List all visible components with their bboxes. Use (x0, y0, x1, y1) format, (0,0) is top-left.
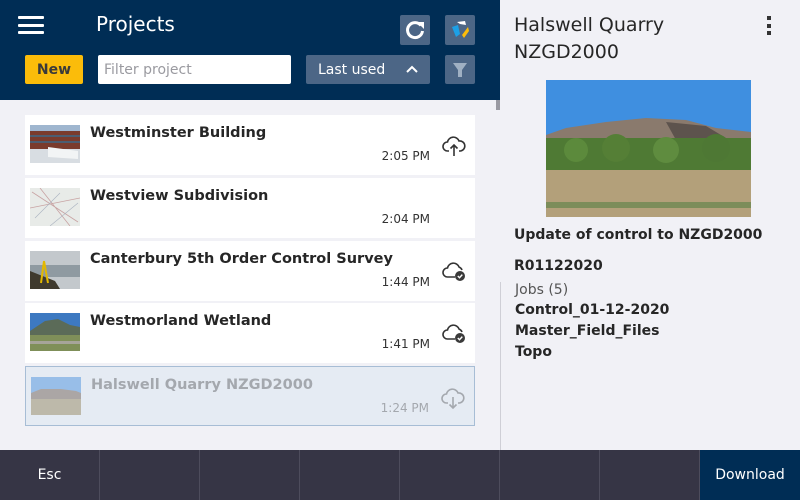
filter-funnel-icon (453, 62, 467, 77)
project-time: 1:41 PM (381, 337, 430, 352)
jobs-label: Jobs (5) (515, 282, 569, 298)
projects-panel: Projects New Last used (0, 0, 500, 450)
project-row-selected[interactable]: Halswell Quarry NZGD2000 1:24 PM (25, 366, 475, 427)
project-name: Halswell Quarry NZGD2000 (91, 377, 313, 394)
project-thumbnail (31, 377, 81, 416)
cloud-upload-icon[interactable] (441, 132, 467, 158)
chevron-up-icon (406, 65, 418, 73)
project-time: 2:04 PM (381, 211, 430, 226)
new-project-button[interactable]: New (25, 55, 83, 84)
esc-button[interactable]: Esc (0, 450, 100, 500)
softkey-5[interactable] (400, 450, 500, 500)
sort-dropdown[interactable]: Last used (306, 55, 430, 84)
cloud-download-icon[interactable] (440, 384, 466, 410)
project-row[interactable]: Westview Subdivision 2:04 PM (25, 177, 475, 238)
project-row[interactable]: Westminster Building 2:05 PM (25, 115, 475, 175)
softkey-6[interactable] (500, 450, 600, 500)
project-thumbnail (30, 187, 80, 226)
header-bar: Projects New Last used (0, 0, 500, 100)
trimble-connect-button[interactable] (445, 15, 475, 45)
more-options-icon[interactable] (764, 16, 774, 38)
project-list: Westminster Building 2:05 PM Westview Su… (25, 115, 475, 429)
project-reference: R01122020 (514, 258, 603, 274)
project-description: Update of control to NZGD2000 (514, 227, 763, 243)
softkey-3[interactable] (200, 450, 300, 500)
project-thumbnail (30, 125, 80, 163)
trimble-connect-logo-icon (452, 21, 469, 38)
project-time: 1:24 PM (380, 401, 429, 416)
project-detail-panel: Halswell Quarry NZGD2000 Update of contr… (500, 0, 800, 450)
sort-label: Last used (318, 61, 386, 78)
filter-button[interactable] (445, 55, 475, 84)
cloud-synced-icon[interactable] (441, 320, 467, 346)
project-time: 2:05 PM (381, 149, 430, 163)
project-thumbnail (30, 250, 80, 289)
filter-project-input[interactable] (98, 55, 291, 84)
project-row[interactable]: Westmorland Wetland 1:41 PM (25, 303, 475, 364)
project-thumbnail (30, 313, 80, 352)
download-button[interactable]: Download (700, 450, 800, 500)
refresh-button[interactable] (400, 15, 430, 45)
job-item[interactable]: Master_Field_Files (515, 323, 659, 339)
project-name: Westminster Building (90, 125, 267, 141)
softkey-7[interactable] (600, 450, 700, 500)
softkey-bar: Esc Download (0, 450, 800, 500)
softkey-4[interactable] (300, 450, 400, 500)
project-photo (546, 80, 751, 217)
project-time: 1:44 PM (381, 274, 430, 289)
softkey-2[interactable] (100, 450, 200, 500)
project-name: Canterbury 5th Order Control Survey (90, 250, 393, 267)
refresh-icon (406, 21, 424, 40)
cloud-synced-icon[interactable] (441, 258, 467, 284)
job-item[interactable]: Topo (515, 344, 552, 360)
menu-icon[interactable] (18, 16, 44, 34)
divider (500, 282, 501, 450)
page-title: Projects (96, 12, 175, 36)
project-name: Westview Subdivision (90, 187, 269, 204)
project-name: Westmorland Wetland (90, 313, 272, 330)
project-row[interactable]: Canterbury 5th Order Control Survey 1:44… (25, 240, 475, 301)
detail-title: Halswell Quarry NZGD2000 (514, 14, 665, 63)
job-item[interactable]: Control_01-12-2020 (515, 302, 669, 318)
